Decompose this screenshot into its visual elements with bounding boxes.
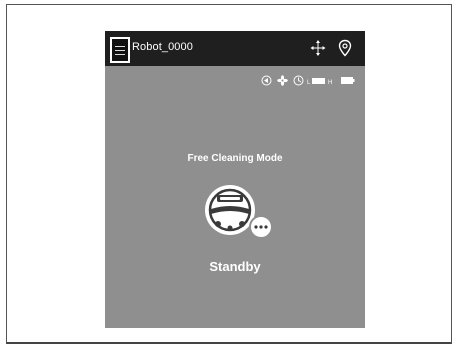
fan-icon — [277, 75, 288, 86]
top-bar: Robot_0000 — [105, 31, 365, 66]
svg-text:H: H — [328, 80, 332, 86]
location-pin-icon[interactable] — [337, 39, 353, 57]
robot-status: Standby — [209, 259, 261, 274]
dock-icon — [261, 75, 272, 86]
svg-text:L: L — [307, 80, 311, 86]
more-options-icon[interactable] — [249, 215, 273, 239]
mode-title: Free Cleaning Mode — [187, 153, 283, 164]
clock-icon — [293, 75, 304, 86]
move-arrows-icon[interactable] — [310, 39, 326, 57]
robot-name: Robot_0000 — [132, 41, 193, 53]
robot-vacuum-icon[interactable] — [201, 181, 281, 243]
battery-icon — [341, 77, 355, 84]
app-screen: Robot_0000 L H Free Cleaning Mode Standb… — [105, 31, 365, 328]
hamburger-menu-icon[interactable] — [110, 37, 130, 63]
water-level-icon: L H — [307, 78, 332, 86]
